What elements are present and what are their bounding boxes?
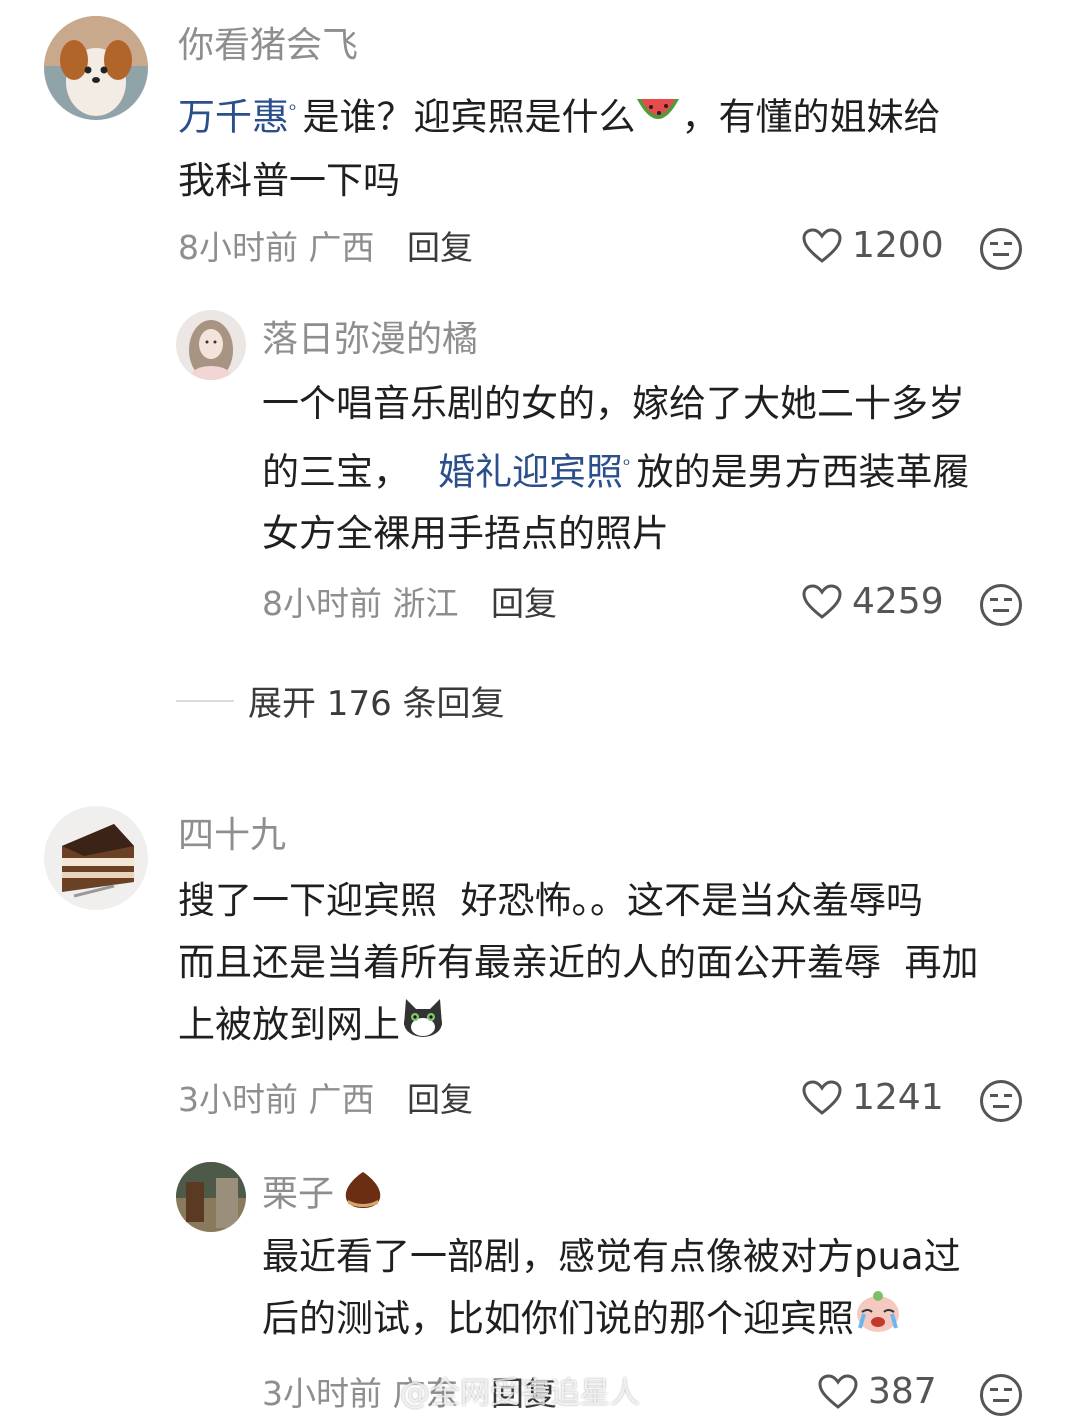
neutral-face-icon[interactable]	[980, 1080, 1022, 1122]
like-button[interactable]: 387	[818, 1370, 937, 1414]
watermark: @全网受害追星人	[400, 1376, 640, 1411]
neutral-face-icon[interactable]	[980, 1374, 1022, 1416]
comment-text-part: 搜了一下迎宾照 好恐怖。。这不是当众羞辱吗	[178, 879, 924, 922]
crying-emoji-icon	[854, 1288, 902, 1353]
reply-button[interactable]: 回复	[491, 584, 557, 623]
heart-outline-icon	[802, 228, 842, 263]
heart-outline-icon	[802, 1080, 842, 1115]
reply-text-part: 一个唱音乐剧的女的，嫁给了大她二十多岁	[262, 382, 965, 425]
username[interactable]: 落日弥漫的橘	[262, 318, 478, 362]
like-count: 1241	[852, 1077, 944, 1118]
region: 广西	[308, 1080, 375, 1119]
chestnut-emoji-icon	[342, 1170, 384, 1221]
comment-meta: 8小时前 广西 回复	[178, 226, 473, 270]
like-button[interactable]: 1200	[802, 224, 944, 268]
reply-meta: 8小时前 浙江 回复	[262, 582, 557, 626]
reply-text-part: 的三宝，	[262, 450, 410, 494]
comment-text-part: 我科普一下吗	[178, 158, 400, 202]
timestamp: 8小时前	[262, 584, 382, 623]
username-text: 栗子	[262, 1173, 335, 1215]
heart-outline-icon	[818, 1374, 858, 1409]
search-hint-icon: ᵒ	[623, 455, 631, 476]
reply-text-part: 最近看了一部剧，感觉有点像被对方pua过	[262, 1235, 961, 1278]
expand-replies-button[interactable]: 展开 176 条回复	[176, 676, 505, 725]
cat-emoji-icon	[400, 995, 446, 1058]
comment-text-part: 上被放到网上	[178, 1003, 400, 1046]
timestamp: 3小时前	[178, 1080, 298, 1119]
username[interactable]: 你看猪会飞	[178, 24, 358, 68]
like-count: 4259	[852, 581, 944, 622]
search-link[interactable]: 万千惠	[178, 95, 289, 138]
reply-button[interactable]: 回复	[407, 228, 473, 267]
reply-text: 一个唱音乐剧的女的，嫁给了大她二十多岁 的三宝， 婚礼迎宾照ᵒ 放的是男方西装革履 …	[262, 373, 1052, 565]
username[interactable]: 栗子	[262, 1170, 384, 1221]
search-link[interactable]: 婚礼迎宾照	[438, 450, 623, 493]
avatar[interactable]	[176, 310, 246, 380]
expand-replies-label: 展开 176 条回复	[248, 684, 505, 724]
avatar[interactable]	[44, 806, 148, 910]
like-button[interactable]: 4259	[802, 580, 944, 624]
divider	[176, 699, 234, 702]
comment-text-part: 而且还是当着所有最亲近的人的面公开羞辱 再加	[178, 941, 979, 984]
comment-meta: 3小时前 广西 回复	[178, 1078, 473, 1122]
comment-text: 搜了一下迎宾照 好恐怖。。这不是当众羞辱吗 而且还是当着所有最亲近的人的面公开羞…	[178, 870, 1058, 1058]
comment-text: 万千惠ᵒ 是谁？迎宾照是什么 ，有懂的姐妹给 我科普一下吗	[178, 80, 1038, 212]
reply-text-part: 放的是男方西装革履	[636, 450, 970, 494]
avatar[interactable]	[176, 1162, 246, 1232]
timestamp: 3小时前	[262, 1374, 382, 1413]
avatar[interactable]	[44, 16, 148, 120]
timestamp: 8小时前	[178, 228, 298, 267]
username[interactable]: 四十九	[178, 814, 286, 858]
search-hint-icon: ᵒ	[289, 100, 297, 121]
reply-text: 最近看了一部剧，感觉有点像被对方pua过 后的测试，比如你们说的那个迎宾照	[262, 1226, 1052, 1353]
heart-outline-icon	[802, 584, 842, 619]
like-count: 1200	[852, 225, 944, 266]
region: 广西	[308, 228, 375, 267]
watermelon-emoji-icon	[635, 88, 681, 150]
neutral-face-icon[interactable]	[980, 228, 1022, 270]
comment-text-part: ，有懂的姐妹给	[681, 95, 941, 139]
like-count: 387	[868, 1371, 937, 1412]
like-button[interactable]: 1241	[802, 1076, 944, 1120]
neutral-face-icon[interactable]	[980, 584, 1022, 626]
reply-text-part: 女方全裸用手捂点的照片	[262, 512, 669, 556]
reply-text-part: 后的测试，比如你们说的那个迎宾照	[262, 1297, 854, 1340]
reply-button[interactable]: 回复	[407, 1080, 473, 1119]
comment-text-part: 是谁？迎宾照是什么	[302, 95, 636, 139]
region: 浙江	[392, 584, 459, 623]
